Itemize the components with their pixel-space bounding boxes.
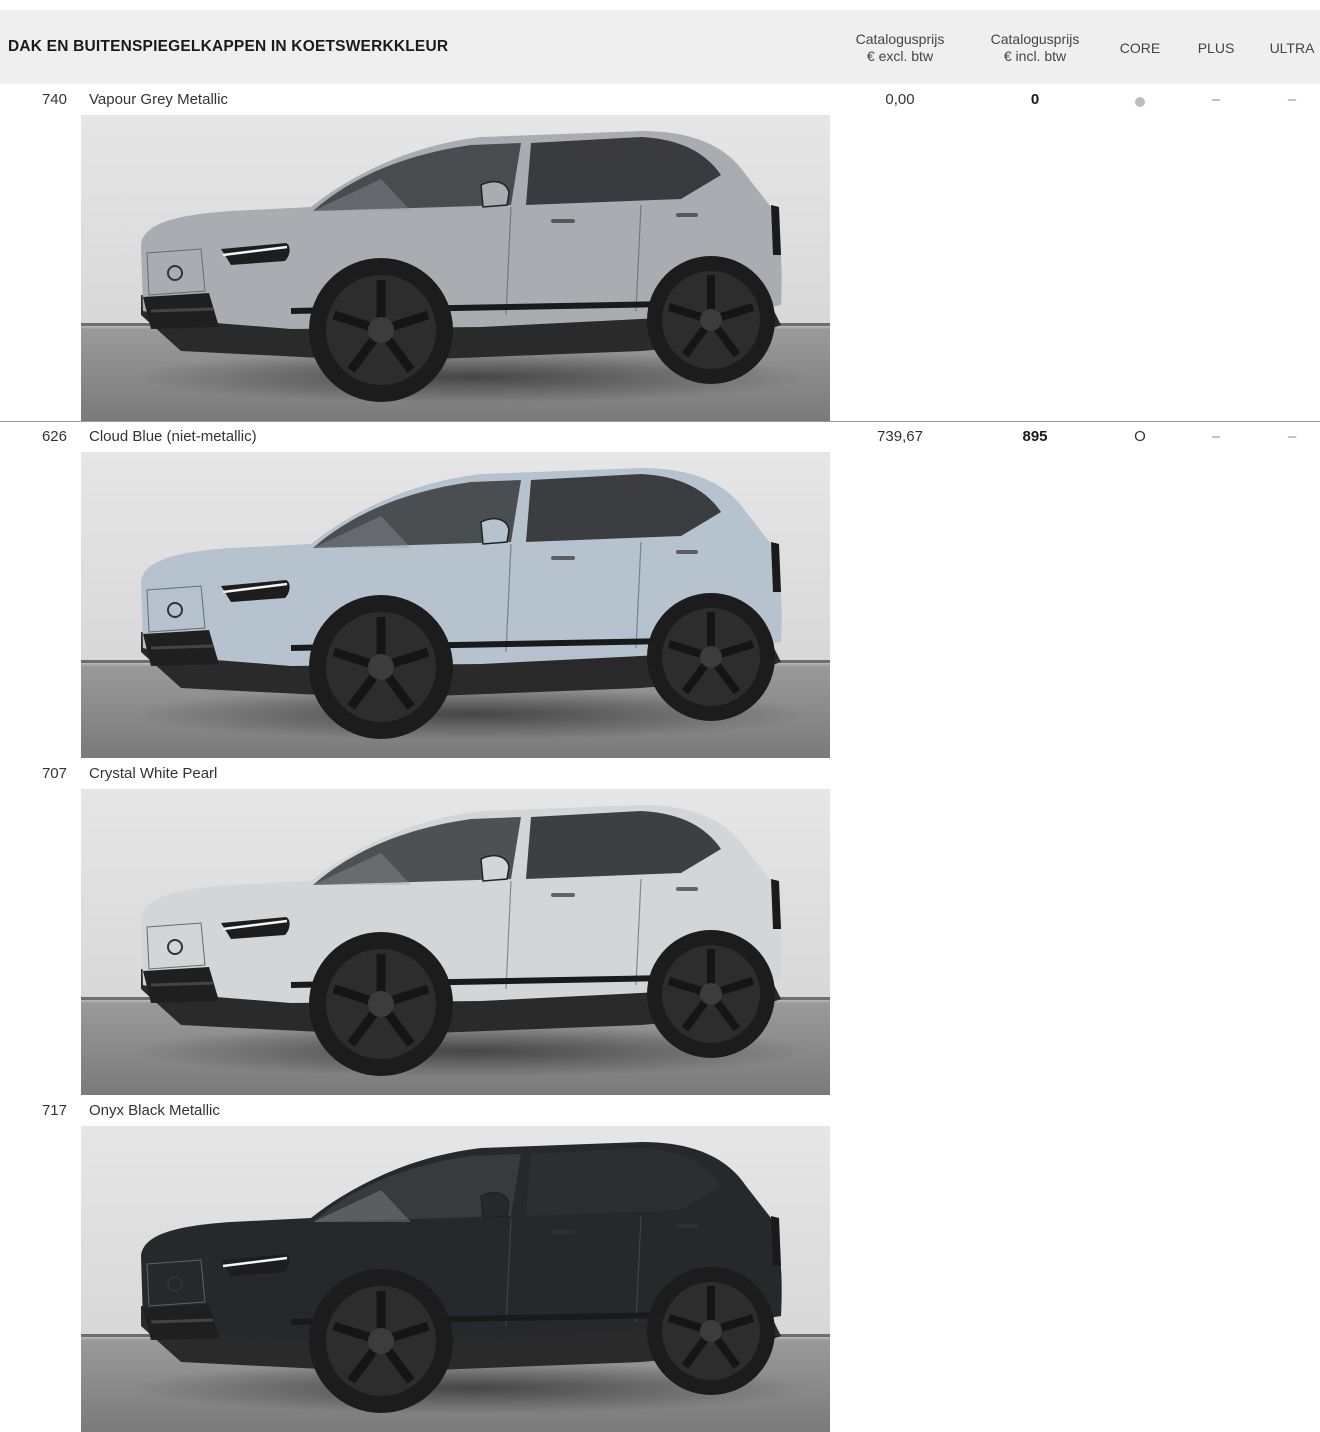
core-standard-dot: [1108, 93, 1172, 110]
plus-availability: –: [1211, 91, 1221, 108]
row-code: 740: [41, 91, 67, 108]
row-code: 707: [41, 765, 67, 782]
col-ultra: ULTRA: [1269, 40, 1315, 56]
row-color-name: Onyx Black Metallic: [89, 1102, 220, 1119]
col-price-incl: Catalogusprijs € incl. btw: [973, 31, 1097, 65]
car-image-cloud-blue: [81, 452, 830, 758]
ultra-availability: –: [1287, 428, 1297, 445]
price-excl: 739,67: [877, 428, 923, 445]
price-incl: 0: [1030, 91, 1040, 108]
car-image-crystal-white: [81, 789, 830, 1095]
price-incl: 895: [1022, 428, 1048, 445]
ultra-availability: –: [1287, 91, 1297, 108]
col-price-excl-line1: Catalogusprijs: [855, 31, 945, 47]
row-code: 626: [41, 428, 67, 445]
row-color-name: Crystal White Pearl: [89, 765, 218, 782]
car-image-vapour-grey: [81, 115, 830, 421]
core-option-mark: O: [1134, 428, 1146, 445]
row-code: 717: [41, 1102, 67, 1119]
car-image-onyx-black: [81, 1126, 830, 1432]
col-plus: PLUS: [1197, 40, 1235, 56]
col-price-incl-line1: Catalogusprijs: [990, 31, 1080, 47]
row-color-name: Vapour Grey Metallic: [89, 91, 228, 108]
col-price-incl-line2: € incl. btw: [1003, 48, 1067, 64]
row-color-name: Cloud Blue (niet-metallic): [89, 428, 257, 445]
plus-availability: –: [1211, 428, 1221, 445]
price-excl: 0,00: [885, 91, 915, 108]
col-core: CORE: [1119, 40, 1161, 56]
col-price-excl-line2: € excl. btw: [866, 48, 934, 64]
section-title: DAK EN BUITENSPIEGELKAPPEN IN KOETSWERKK…: [8, 38, 449, 55]
row-divider: [0, 421, 1320, 422]
col-price-excl: Catalogusprijs € excl. btw: [838, 31, 962, 65]
